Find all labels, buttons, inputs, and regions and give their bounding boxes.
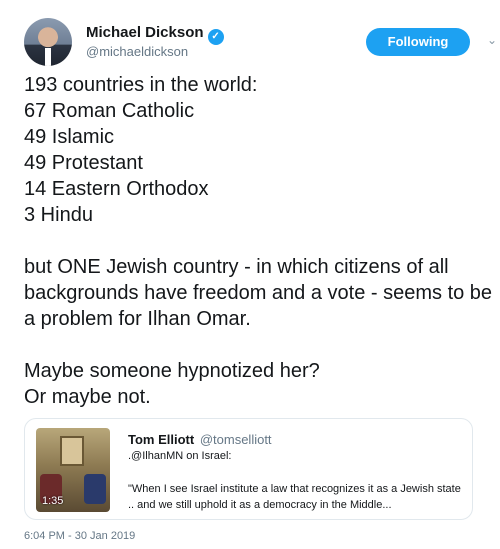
- author-avatar[interactable]: [24, 18, 72, 66]
- quoted-author-handle: @tomselliott: [199, 432, 272, 447]
- quoted-tweet-line1: .@IlhanMN on Israel:: [128, 450, 232, 462]
- tweet-header: Michael Dickson ✓ @michaeldickson Followi…: [24, 18, 497, 66]
- tweet-text: 193 countries in the world: 67 Roman Cat…: [24, 74, 493, 408]
- author-handle[interactable]: @michaeldickson: [86, 44, 188, 59]
- video-duration: 1:35: [42, 495, 64, 507]
- following-button[interactable]: Following: [366, 28, 470, 56]
- quoted-tweet-line2: "When I see Israel institute a law that …: [128, 483, 461, 511]
- chevron-down-icon[interactable]: ⌄: [484, 32, 500, 48]
- quoted-tweet-card[interactable]: 1:35 Tom Elliott @tomselliott .@IlhanMN …: [24, 418, 473, 520]
- video-thumbnail[interactable]: 1:35: [36, 428, 110, 512]
- quoted-author: Tom Elliott @tomselliott: [128, 432, 272, 447]
- author-name[interactable]: Michael Dickson: [86, 24, 204, 41]
- quoted-author-name: Tom Elliott: [128, 432, 195, 447]
- verified-badge-icon: ✓: [207, 29, 224, 45]
- tweet-timestamp[interactable]: 6:04 PM - 30 Jan 2019: [24, 530, 135, 542]
- author-name-row[interactable]: Michael Dickson ✓: [86, 24, 224, 45]
